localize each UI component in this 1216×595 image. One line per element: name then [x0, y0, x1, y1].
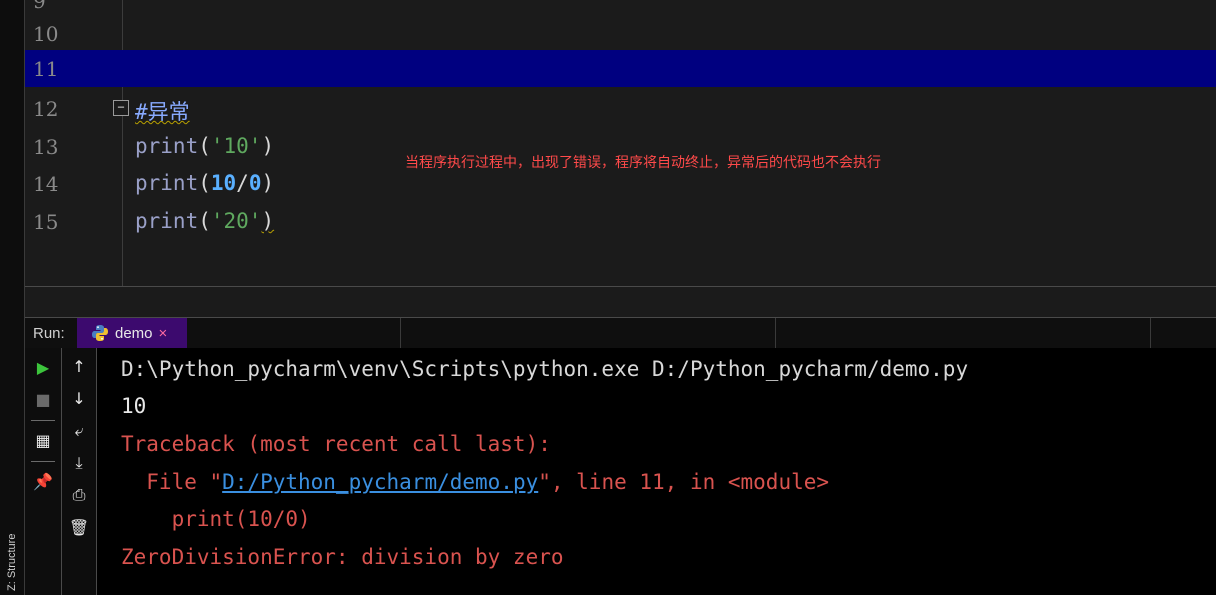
number-literal: 10	[210, 171, 237, 195]
soft-wrap-icon[interactable]: ⤶	[69, 421, 89, 441]
paren: (	[198, 171, 211, 195]
traceback-code-line: print(10/0)	[121, 507, 311, 531]
header-separator	[400, 318, 401, 348]
console-command-line: D:\Python_pycharm\venv\Scripts\python.ex…	[121, 357, 969, 381]
line-number: 14	[33, 172, 59, 196]
run-tab-label: demo	[115, 324, 153, 342]
editor-line-10: 10	[25, 15, 1216, 52]
run-toolbar-primary: ▶ ■ ▦ 📌	[25, 348, 62, 595]
fold-toggle-icon[interactable]: −	[113, 100, 129, 116]
line-number: 15	[33, 210, 59, 234]
line-number: 12	[33, 97, 59, 121]
run-label: Run:	[33, 325, 65, 342]
editor-line-15: 15 print('20')	[25, 203, 1216, 240]
traceback-file-line: File "D:/Python_pycharm/demo.py", line 1…	[121, 470, 829, 494]
function-name: print	[135, 209, 199, 233]
structure-tab-label: Z: Structure	[6, 533, 18, 591]
annotation-note: 当程序执行过程中，出现了错误，程序将自动终止，异常后的代码也不会执行	[405, 154, 881, 170]
python-icon	[92, 325, 108, 341]
close-icon[interactable]: ×	[159, 325, 168, 342]
header-separator	[775, 318, 776, 348]
number-literal: 0	[248, 171, 262, 195]
editor-line-12: 12 − #异常	[25, 90, 1216, 127]
file-link[interactable]: D:/Python_pycharm/demo.py	[222, 470, 538, 494]
paren: (	[198, 209, 211, 233]
structure-tab[interactable]: Z: Structure	[4, 511, 20, 591]
editor-bottom-gap	[25, 287, 1216, 316]
code-editor[interactable]: 9 10 11 12 − #异常 13 print('10') 14 print…	[25, 0, 1216, 286]
print-icon[interactable]: ⎙	[69, 485, 89, 505]
paren: )	[261, 171, 275, 195]
error-message: ZeroDivisionError: division by zero	[121, 545, 564, 569]
header-separator	[1150, 318, 1151, 348]
code-text: print(10/0)	[135, 171, 274, 195]
function-name: print	[135, 171, 199, 195]
rerun-icon[interactable]: ▶	[33, 357, 53, 377]
console-output-line: 10	[121, 394, 147, 418]
string-literal: '10'	[210, 134, 262, 158]
pin-icon[interactable]: 📌	[33, 471, 53, 491]
comment-text: #异常	[135, 100, 190, 124]
code-text: #异常	[135, 96, 190, 126]
function-name: print	[135, 134, 199, 158]
line-number: 13	[33, 135, 59, 159]
scroll-to-end-icon[interactable]: ⤓	[69, 453, 89, 473]
layout-icon[interactable]: ▦	[33, 430, 53, 450]
string-literal: '20'	[210, 209, 262, 233]
operator: /	[236, 171, 249, 195]
run-tab-demo[interactable]: demo ×	[77, 318, 187, 348]
code-text: print('20')	[135, 209, 274, 233]
paren: )	[261, 134, 275, 158]
left-tool-strip: Z: Structure	[0, 0, 25, 595]
traceback-file-suffix: ", line 11, in <module>	[538, 470, 830, 494]
stop-icon[interactable]: ■	[33, 389, 53, 409]
traceback-file-prefix: File "	[121, 470, 223, 494]
run-console[interactable]: D:\Python_pycharm\venv\Scripts\python.ex…	[97, 348, 1216, 595]
paren: )	[261, 209, 275, 233]
toolbar-separator	[31, 461, 55, 462]
line-number: 9	[33, 0, 46, 13]
editor-line-11-active: 11	[25, 50, 1216, 87]
arrow-down-icon[interactable]: ↓	[69, 388, 89, 408]
run-tool-window-header: Run: demo ×	[25, 317, 1216, 349]
arrow-up-icon[interactable]: ↑	[69, 356, 89, 376]
trash-icon[interactable]: 🗑	[69, 517, 89, 537]
toolbar-separator	[31, 420, 55, 421]
code-text: print('10')	[135, 134, 274, 158]
run-toolbar-secondary: ↑ ↓ ⤶ ⤓ ⎙ 🗑	[62, 348, 97, 595]
paren: (	[198, 134, 211, 158]
line-number: 11	[33, 57, 59, 81]
line-number: 10	[33, 22, 59, 46]
traceback-header: Traceback (most recent call last):	[121, 432, 551, 456]
